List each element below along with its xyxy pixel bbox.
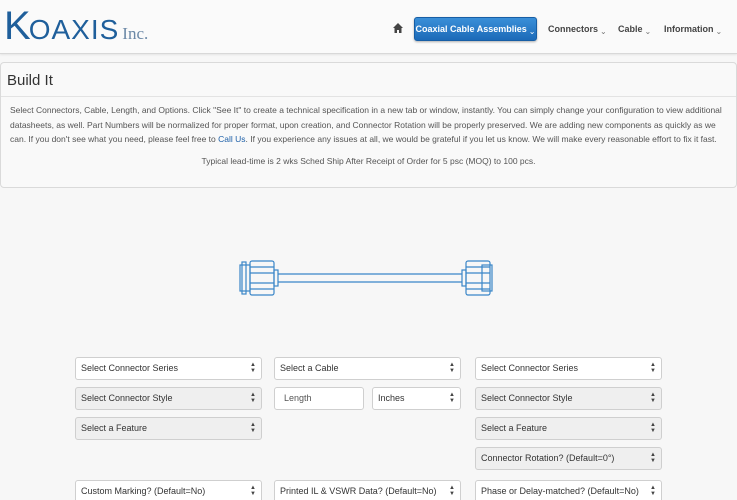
- units-value: Inches: [378, 393, 405, 403]
- select-arrows-icon: ▲ ▼: [449, 485, 455, 497]
- koaxis-logo[interactable]: K OAXIS Inc.: [4, 6, 148, 46]
- nav-connectors-label: Connectors: [548, 24, 599, 34]
- custom-marking-value: Custom Marking? (Default=No): [81, 486, 206, 496]
- length-input[interactable]: Length: [274, 387, 364, 410]
- units-select[interactable]: Inches ▲ ▼: [372, 387, 461, 410]
- left-feature-select[interactable]: Select a Feature ▲ ▼: [75, 417, 262, 440]
- logo-inc: Inc.: [122, 24, 149, 43]
- select-arrows-icon: ▲ ▼: [250, 362, 256, 374]
- logo-wordmark: OAXIS: [28, 14, 120, 45]
- instructions-part2: . If you experience any issues at all, w…: [245, 134, 717, 144]
- nav-cable[interactable]: Cable ⌄: [618, 17, 651, 41]
- build-it-panel: Build It Select Connectors, Cable, Lengt…: [0, 62, 737, 188]
- nav-cable-label: Cable: [618, 24, 643, 34]
- chevron-down-icon: ⌄: [644, 27, 652, 36]
- logo-letter-k: K: [4, 4, 31, 48]
- chevron-down-icon: ⌄: [715, 27, 723, 36]
- left-connector-style-value: Select Connector Style: [81, 393, 173, 403]
- select-arrows-icon: ▲ ▼: [250, 392, 256, 404]
- right-connector-style-select[interactable]: Select Connector Style ▲ ▼: [475, 387, 662, 410]
- select-arrows-icon: ▲ ▼: [650, 362, 656, 374]
- nav-coaxial-cable-assemblies[interactable]: Coaxial Cable Assemblies ⌄: [414, 17, 537, 41]
- left-connector-series-value: Select Connector Series: [81, 363, 179, 373]
- nav-connectors[interactable]: Connectors ⌄: [548, 17, 607, 41]
- nav-information-label: Information: [664, 24, 714, 34]
- printed-data-select[interactable]: Printed IL & VSWR Data? (Default=No) ▲ ▼: [274, 480, 461, 500]
- printed-data-value: Printed IL & VSWR Data? (Default=No): [280, 486, 437, 496]
- nav-information[interactable]: Information ⌄: [664, 17, 722, 41]
- right-feature-select[interactable]: Select a Feature ▲ ▼: [475, 417, 662, 440]
- navbar: K OAXIS Inc. Coaxial Cable Assemblies ⌄ C…: [0, 0, 737, 54]
- home-icon[interactable]: [392, 22, 404, 34]
- cable-assembly-diagram: [239, 260, 493, 296]
- select-arrows-icon: ▲ ▼: [449, 392, 455, 404]
- select-arrows-icon: ▲ ▼: [650, 392, 656, 404]
- left-feature-value: Select a Feature: [81, 423, 148, 433]
- select-arrows-icon: ▲ ▼: [650, 422, 656, 434]
- lead-time-text: Typical lead-time is 2 wks Sched Ship Af…: [201, 156, 536, 166]
- connector-rotation-select[interactable]: Connector Rotation? (Default=0°) ▲ ▼: [475, 447, 662, 470]
- phase-matched-select[interactable]: Phase or Delay-matched? (Default=No) ▲ ▼: [475, 480, 662, 500]
- left-connector-series-select[interactable]: Select Connector Series ▲ ▼: [75, 357, 262, 380]
- select-arrows-icon: ▲ ▼: [650, 485, 656, 497]
- phase-matched-value: Phase or Delay-matched? (Default=No): [481, 486, 639, 496]
- select-arrows-icon: ▲ ▼: [250, 485, 256, 497]
- custom-marking-select[interactable]: Custom Marking? (Default=No) ▲ ▼: [75, 480, 262, 500]
- instructions-text: Select Connectors, Cable, Length, and Op…: [10, 103, 730, 147]
- cable-select[interactable]: Select a Cable ▲ ▼: [274, 357, 461, 380]
- select-arrows-icon: ▲ ▼: [650, 452, 656, 464]
- connector-rotation-value: Connector Rotation? (Default=0°): [481, 453, 615, 463]
- select-arrows-icon: ▲ ▼: [250, 422, 256, 434]
- page-title: Build It: [7, 72, 53, 89]
- right-connector-style-value: Select Connector Style: [481, 393, 573, 403]
- nav-coaxial-label: Coaxial Cable Assemblies: [415, 24, 527, 34]
- right-connector-series-value: Select Connector Series: [481, 363, 579, 373]
- divider: [1, 96, 736, 97]
- select-arrows-icon: ▲ ▼: [449, 362, 455, 374]
- chevron-down-icon: ⌄: [600, 27, 607, 36]
- call-us-link[interactable]: Call Us: [218, 134, 245, 144]
- chevron-down-icon: ⌄: [528, 27, 536, 36]
- left-connector-style-select[interactable]: Select Connector Style ▲ ▼: [75, 387, 262, 410]
- right-connector-series-select[interactable]: Select Connector Series ▲ ▼: [475, 357, 662, 380]
- cable-value: Select a Cable: [280, 363, 339, 373]
- length-placeholder: Length: [284, 393, 312, 403]
- right-feature-value: Select a Feature: [481, 423, 548, 433]
